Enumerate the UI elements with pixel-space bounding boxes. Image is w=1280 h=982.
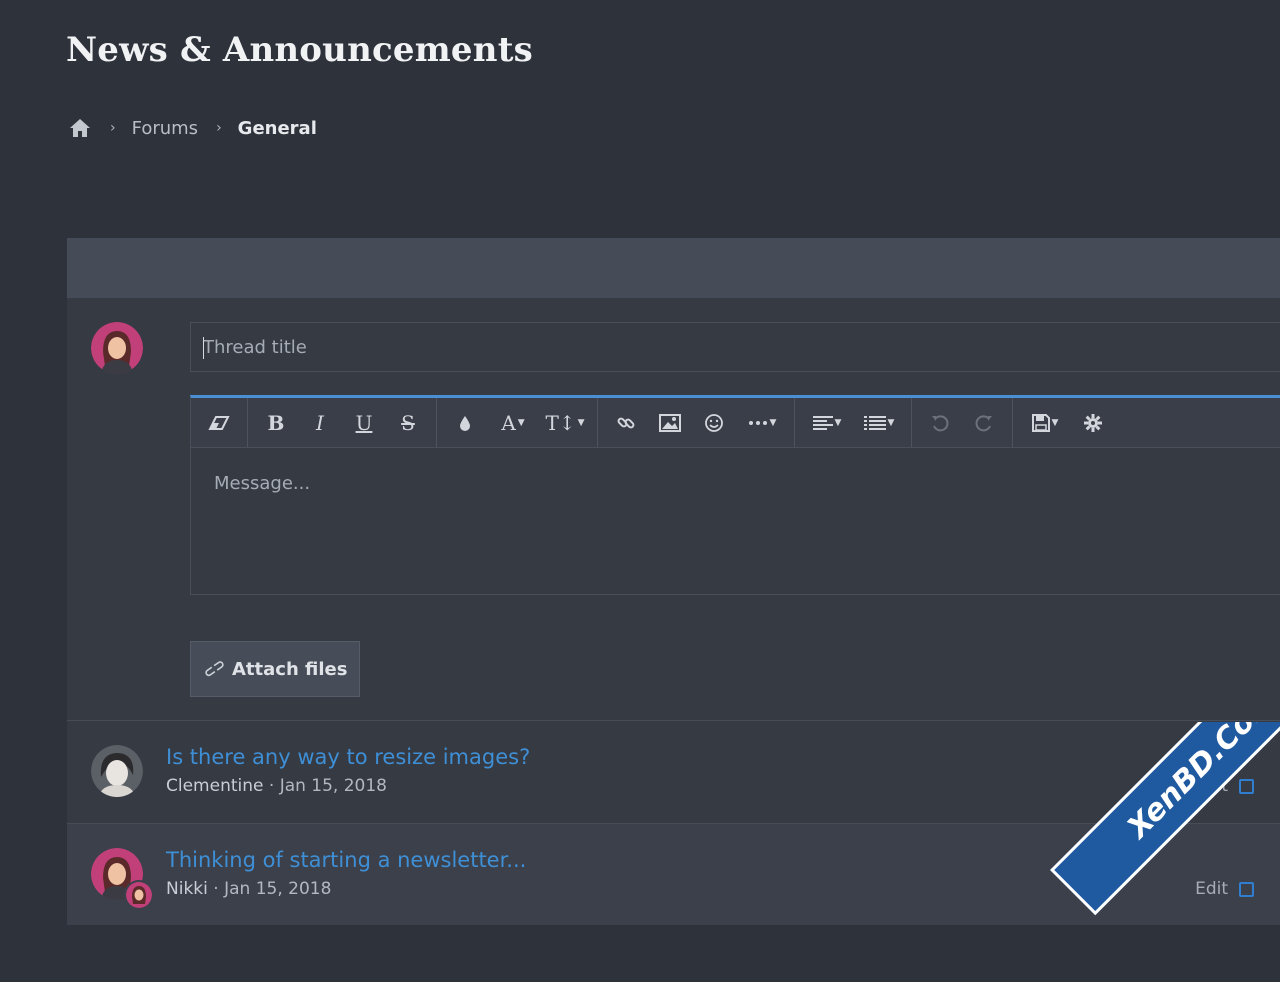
thread-item: Is there any way to resize images? Cleme… bbox=[67, 720, 1280, 822]
more-icon[interactable]: ▼ bbox=[736, 405, 788, 441]
link-icon[interactable] bbox=[604, 405, 648, 441]
caret-down-icon: ▼ bbox=[834, 417, 842, 428]
undo-icon[interactable] bbox=[918, 405, 962, 441]
chevron-right-icon: › bbox=[110, 120, 116, 136]
breadcrumb: › Forums › General bbox=[68, 117, 317, 139]
select-checkbox[interactable] bbox=[1239, 882, 1254, 897]
thread-author[interactable]: Nikki bbox=[166, 879, 208, 899]
underline-icon[interactable]: U bbox=[342, 405, 386, 441]
thread-title-link[interactable]: Is there any way to resize images? bbox=[166, 745, 530, 769]
caret-down-icon: ▼ bbox=[769, 417, 777, 428]
bold-icon[interactable]: B bbox=[254, 405, 298, 441]
thread-author-avatar[interactable] bbox=[91, 745, 143, 797]
image-icon[interactable] bbox=[648, 405, 692, 441]
toolbar-group-format: B I U S bbox=[248, 398, 437, 447]
caret-down-icon: ▼ bbox=[887, 417, 895, 428]
toolbar-group-insert: ▼ bbox=[598, 398, 795, 447]
current-user-avatar[interactable] bbox=[91, 322, 143, 374]
thread-title-input[interactable] bbox=[190, 322, 1280, 372]
toolbar-group-style: A ▼ T↕ ▼ bbox=[437, 398, 598, 447]
thread-list-block: B I U S A▼ T↕▼ bbox=[67, 238, 1280, 925]
attach-files-label: Attach files bbox=[231, 658, 348, 680]
block-header bbox=[67, 238, 1280, 298]
caret-down-icon: ▼ bbox=[577, 417, 585, 428]
edit-link[interactable]: Edit bbox=[1195, 879, 1228, 899]
thread-meta: Clementine · Jan 15, 2018 bbox=[166, 776, 387, 796]
page-title: News & Announcements bbox=[66, 30, 533, 70]
message-editor[interactable]: B I U S A ▼ T↕ ▼ ▼ ▼ ▼ ▼ Message... bbox=[190, 395, 1280, 595]
caret-down-icon: ▼ bbox=[1051, 417, 1059, 428]
caret-down-icon: ▼ bbox=[517, 417, 525, 428]
thread-meta: Nikki · Jan 15, 2018 bbox=[166, 879, 332, 899]
breadcrumb-forums[interactable]: Forums bbox=[132, 118, 198, 139]
thread-author[interactable]: Clementine bbox=[166, 776, 263, 796]
breadcrumb-general[interactable]: General bbox=[238, 118, 317, 139]
chevron-right-icon: › bbox=[216, 120, 222, 136]
eraser-icon[interactable] bbox=[197, 405, 241, 441]
last-poster-avatar[interactable] bbox=[124, 880, 154, 910]
thread-title-link[interactable]: Thinking of starting a newsletter... bbox=[166, 848, 526, 872]
text-color-icon[interactable] bbox=[443, 405, 487, 441]
select-checkbox[interactable] bbox=[1239, 779, 1254, 794]
toolbar-group-clear bbox=[191, 398, 248, 447]
smilie-icon[interactable] bbox=[692, 405, 736, 441]
align-icon[interactable]: ▼ bbox=[801, 405, 853, 441]
home-icon[interactable] bbox=[68, 117, 92, 139]
editor-toolbar: B I U S A ▼ T↕ ▼ ▼ ▼ ▼ ▼ bbox=[191, 398, 1280, 448]
text-caret bbox=[203, 337, 204, 359]
toolbar-group-tools: ▼ bbox=[1013, 398, 1121, 447]
italic-icon[interactable]: I bbox=[298, 405, 342, 441]
font-family-icon[interactable]: A ▼ bbox=[487, 405, 539, 441]
thread-date: Jan 15, 2018 bbox=[279, 776, 387, 796]
list-icon[interactable]: ▼ bbox=[853, 405, 905, 441]
thread-item: Thinking of starting a newsletter... Nik… bbox=[67, 823, 1280, 925]
font-size-icon[interactable]: T↕ ▼ bbox=[539, 405, 591, 441]
edit-link[interactable]: Edit bbox=[1195, 776, 1228, 796]
attach-files-button[interactable]: ⊂⊃ Attach files bbox=[190, 641, 360, 697]
toolbar-group-layout: ▼ ▼ bbox=[795, 398, 912, 447]
paperclip-icon: ⊂⊃ bbox=[200, 655, 229, 683]
strikethrough-icon[interactable]: S bbox=[386, 405, 430, 441]
toolbar-group-history bbox=[912, 398, 1013, 447]
message-placeholder[interactable]: Message... bbox=[214, 473, 310, 494]
settings-icon[interactable] bbox=[1071, 405, 1115, 441]
drafts-icon[interactable]: ▼ bbox=[1019, 405, 1071, 441]
redo-icon[interactable] bbox=[962, 405, 1006, 441]
thread-date: Jan 15, 2018 bbox=[224, 879, 332, 899]
